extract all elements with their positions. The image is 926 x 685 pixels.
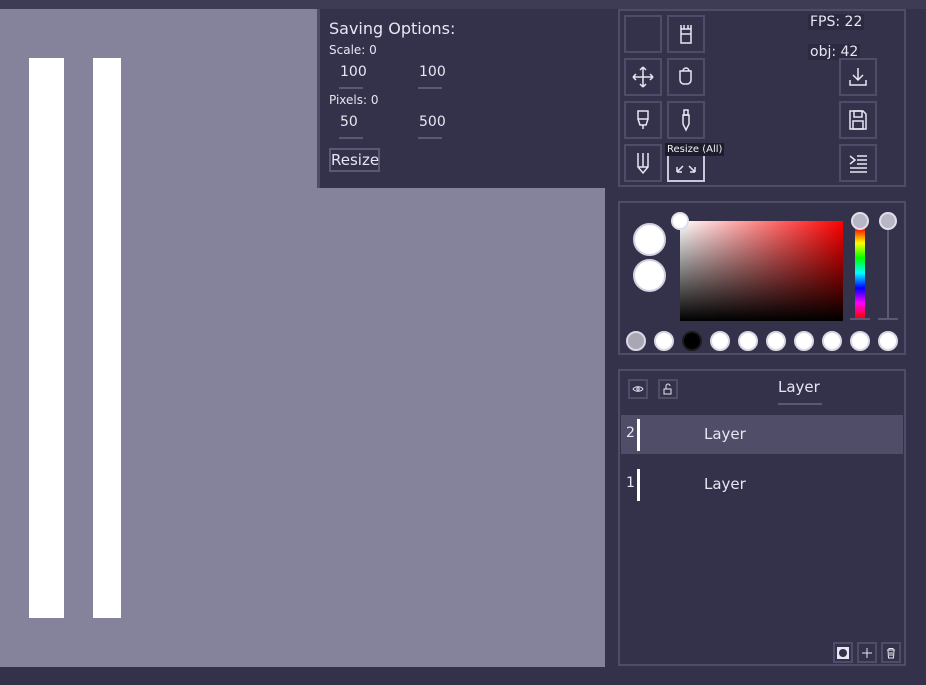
palette-color-2[interactable] [654,331,674,351]
move-icon [632,66,654,88]
layer-name: Layer [704,475,746,493]
palette-color-5[interactable] [738,331,758,351]
scale-y-input[interactable]: 100 [419,64,446,80]
palette-color-1[interactable] [626,331,646,351]
bottom-bar [0,667,926,685]
tooltip: Resize (All) [665,143,725,156]
eyedropper-tool-button[interactable] [667,101,705,139]
layer-row[interactable]: 1 Layer [621,465,903,504]
layer-thumbnail [637,419,640,451]
scale-x-underline [339,87,363,89]
toggle-visibility-button[interactable] [628,379,648,399]
pixels-label: Pixels: 0 [329,93,379,107]
hue-slider-base [850,318,870,320]
list-icon [849,155,867,173]
palette-color-8[interactable] [822,331,842,351]
plus-icon [862,647,872,658]
palette-color-4[interactable] [710,331,730,351]
save-button[interactable] [839,101,877,139]
layer-name: Layer [704,425,746,443]
pixels-x-input[interactable]: 50 [340,114,358,130]
layer-index: 1 [626,475,635,491]
fps-counter: FPS: 22 [808,14,865,30]
palette-color-3[interactable] [682,331,702,351]
empty-tool-slot[interactable] [624,15,662,53]
saving-options-title: Saving Options: [329,19,456,38]
trash-icon [887,647,895,658]
layer-index: 2 [626,425,635,441]
unlock-icon [663,383,672,395]
fill-tool-button[interactable] [667,58,705,96]
palette-color-10[interactable] [878,331,898,351]
brush-tool-button[interactable] [624,101,662,139]
delete-layer-button[interactable] [881,642,901,663]
sv-picker-handle[interactable] [671,212,689,230]
resize-button[interactable]: Resize [329,148,380,172]
white-stroke-2 [93,58,121,618]
toggle-lock-button[interactable] [658,379,678,399]
saturation-value-picker[interactable] [680,221,843,321]
layer-mask-button[interactable] [833,642,853,663]
move-tool-button[interactable] [624,58,662,96]
palette-color-9[interactable] [850,331,870,351]
save-icon [849,110,867,130]
eye-icon [632,386,644,392]
download-icon [849,68,867,86]
layer-name-field[interactable]: Layer [778,378,820,396]
layer-row[interactable]: 2 Layer [621,415,903,454]
scale-y-underline [418,87,442,89]
primary-color-swatch[interactable] [633,223,666,256]
fill-bucket-icon [679,67,692,85]
alpha-slider[interactable] [887,228,889,318]
pencil-icon [637,153,649,175]
palette-color-6[interactable] [766,331,786,351]
pixels-y-input[interactable]: 500 [419,114,446,130]
alpha-slider-handle[interactable] [879,212,897,230]
pencil-tool-button[interactable] [624,144,662,182]
scale-label: Scale: 0 [329,43,377,57]
pixels-y-underline [418,137,442,139]
eyedropper-icon [682,109,690,132]
hue-slider-handle[interactable] [851,212,869,230]
layer-name-underline [778,403,822,405]
saving-options-panel: Saving Options: Scale: 0 100 100 Pixels:… [317,9,605,188]
layers-panel [618,369,906,666]
layer-thumbnail [637,469,640,501]
add-layer-button[interactable] [857,642,877,663]
menu-button[interactable] [839,144,877,182]
hue-slider[interactable] [855,228,865,318]
secondary-color-swatch[interactable] [633,259,666,292]
circle-icon [837,646,849,659]
download-button[interactable] [839,58,877,96]
alpha-slider-base [878,318,898,320]
pixels-x-underline [339,137,363,139]
scale-x-input[interactable]: 100 [340,64,367,80]
top-bar [0,0,926,9]
eraser-tool-button[interactable] [667,15,705,53]
palette-color-7[interactable] [794,331,814,351]
eraser-icon [680,25,692,44]
white-stroke-1 [29,58,64,618]
brush-icon [637,110,649,129]
